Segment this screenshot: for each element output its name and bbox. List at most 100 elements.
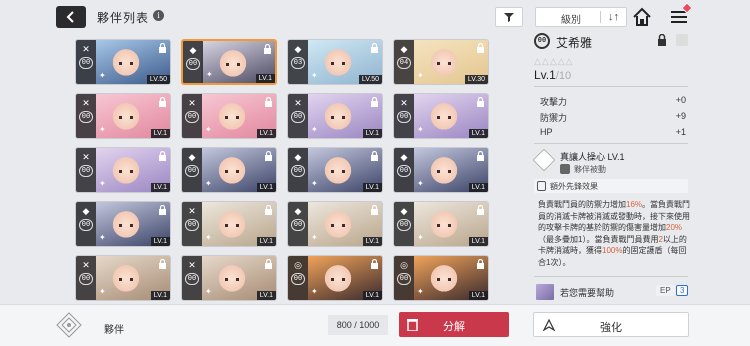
rank-icon: ◎ [400, 260, 408, 270]
partner-card[interactable]: ◆ 03 ✦ LV.50 [287, 39, 383, 85]
rank-icon: ◎ [294, 260, 302, 270]
highlight-value: 16% [626, 200, 643, 209]
partner-card[interactable]: ✕ 00 ✦ LV.1 [75, 93, 171, 139]
trash-icon[interactable] [676, 34, 688, 46]
back-button[interactable] [56, 6, 86, 28]
rank-icon: ◆ [400, 44, 408, 54]
star-icon: ✦ [99, 233, 106, 242]
portrait-eyes [225, 278, 239, 281]
card-badge: 00 [397, 273, 411, 285]
partner-card[interactable]: ◆ 00 ✦ LV.1 [393, 147, 489, 193]
highlight-value: 20% [666, 223, 683, 232]
page-title: 夥伴列表 [97, 11, 150, 25]
lock-icon [371, 43, 378, 53]
partner-card[interactable]: ◆ 00 ✦ LV.1 [287, 201, 383, 247]
portrait-eyes [225, 224, 239, 227]
stat-row-defense: 防禦力 +9 [540, 111, 686, 125]
card-badge: 00 [291, 165, 305, 177]
skill-icon [532, 148, 556, 172]
partner-card[interactable]: ✕ 00 ✦ LV.50 [75, 39, 171, 85]
partner-card[interactable]: ✕ 00 ✦ LV.1 [393, 93, 489, 139]
stat-value: +0 [675, 95, 686, 105]
partner-emblem-icon [56, 312, 82, 338]
card-level: LV.1 [150, 129, 170, 138]
lock-icon [265, 259, 272, 269]
card-level: LV.30 [464, 75, 488, 84]
star-icon: ✦ [311, 287, 318, 296]
help-thumbnail-icon[interactable] [536, 284, 554, 300]
star-icon: ✦ [99, 179, 106, 188]
rank-icon: ✕ [82, 260, 90, 270]
partner-card[interactable]: ◆ 04 ✦ LV.30 [393, 39, 489, 85]
rank-icon: ✕ [82, 152, 90, 162]
card-badge: 00 [79, 57, 93, 69]
lock-icon [159, 97, 166, 107]
partner-card[interactable]: ◆ 00 ✦ LV.1 [75, 201, 171, 247]
rank-icon: ✕ [188, 206, 196, 216]
lock-icon [477, 259, 484, 269]
info-icon[interactable]: i [153, 10, 164, 21]
rank-icon: ◆ [294, 152, 302, 162]
partner-level: Lv.1/10 [534, 68, 571, 82]
stat-label: 攻擊力 [540, 97, 568, 107]
portrait-eyes [437, 224, 451, 227]
skill-description: 負責戰鬥員的防禦力增加16%。當負責戰鬥員的消滅卡牌被消滅或發動時，接下來使用的… [538, 199, 690, 268]
extra-effect-box[interactable]: 額外先鋒效果 [534, 179, 688, 193]
rank-icon: ✕ [188, 260, 196, 270]
shield-icon [537, 181, 546, 191]
portrait-eyes [225, 116, 239, 119]
card-badge: 00 [79, 273, 93, 285]
desc-text: （最多疊加1）。當負責戰鬥員費用 [538, 234, 659, 244]
partner-card[interactable]: ◆ 00 ✦ LV.1 [181, 39, 277, 85]
partner-card[interactable]: ✕ 00 ✦ LV.1 [181, 255, 277, 301]
card-level: LV.1 [468, 183, 488, 192]
partner-card[interactable]: ◆ 00 ✦ LV.1 [181, 147, 277, 193]
star-icon: ✦ [205, 233, 212, 242]
enhance-button[interactable]: 強化 [533, 312, 689, 337]
skill-type-icon [560, 164, 570, 174]
sort-dropdown[interactable]: 級別 ↓↑ [535, 7, 627, 27]
portrait-eyes [225, 170, 239, 173]
star-icon: ✦ [311, 125, 318, 134]
partner-badge: 00 [534, 33, 550, 49]
rank-icon: ◆ [294, 44, 302, 54]
partner-card[interactable]: ✕ 00 ✦ LV.1 [181, 201, 277, 247]
partner-card[interactable]: ◆ 00 ✦ LV.1 [393, 201, 489, 247]
card-badge: 00 [397, 219, 411, 231]
portrait-eyes [119, 62, 133, 65]
dismantle-label: 分解 [443, 321, 465, 333]
stat-label: 防禦力 [540, 113, 568, 123]
portrait-eyes [331, 62, 345, 65]
lock-icon [477, 205, 484, 215]
divider [534, 276, 688, 277]
star-icon: ✦ [99, 287, 106, 296]
partner-name: 艾希雅 [556, 36, 593, 50]
stat-row-hp: HP +1 [540, 127, 686, 141]
partner-card[interactable]: ✕ 00 ✦ LV.1 [75, 255, 171, 301]
partner-card[interactable]: ◎ 00 ✦ LV.1 [393, 255, 489, 301]
lock-icon [477, 43, 484, 53]
dismantle-button[interactable]: 分解 [399, 312, 509, 337]
card-level: LV.1 [362, 129, 382, 138]
card-level: LV.1 [362, 291, 382, 300]
help-text[interactable]: 若您需要幫助 [560, 286, 614, 299]
enhance-label: 強化 [600, 322, 622, 334]
lock-icon [265, 205, 272, 215]
filter-button[interactable] [495, 7, 523, 27]
filter-icon [504, 13, 514, 22]
partner-card[interactable]: ✕ 00 ✦ LV.1 [181, 93, 277, 139]
sort-divider [600, 11, 601, 23]
star-icon: ✦ [311, 179, 318, 188]
rank-icon: ◆ [188, 152, 196, 162]
partner-card[interactable]: ✕ 00 ✦ LV.1 [287, 93, 383, 139]
sort-direction-icon[interactable]: ↓↑ [608, 11, 619, 23]
partner-card[interactable]: ✕ 00 ✦ LV.1 [75, 147, 171, 193]
home-button[interactable] [631, 6, 653, 28]
card-badge: 00 [185, 165, 199, 177]
divider [534, 143, 688, 144]
partner-card[interactable]: ◎ 00 ✦ LV.1 [287, 255, 383, 301]
card-badge: 00 [79, 219, 93, 231]
partner-card[interactable]: ◆ 00 ✦ LV.1 [287, 147, 383, 193]
lock-icon[interactable] [656, 34, 668, 46]
stat-row-attack: 攻擊力 +0 [540, 95, 686, 109]
